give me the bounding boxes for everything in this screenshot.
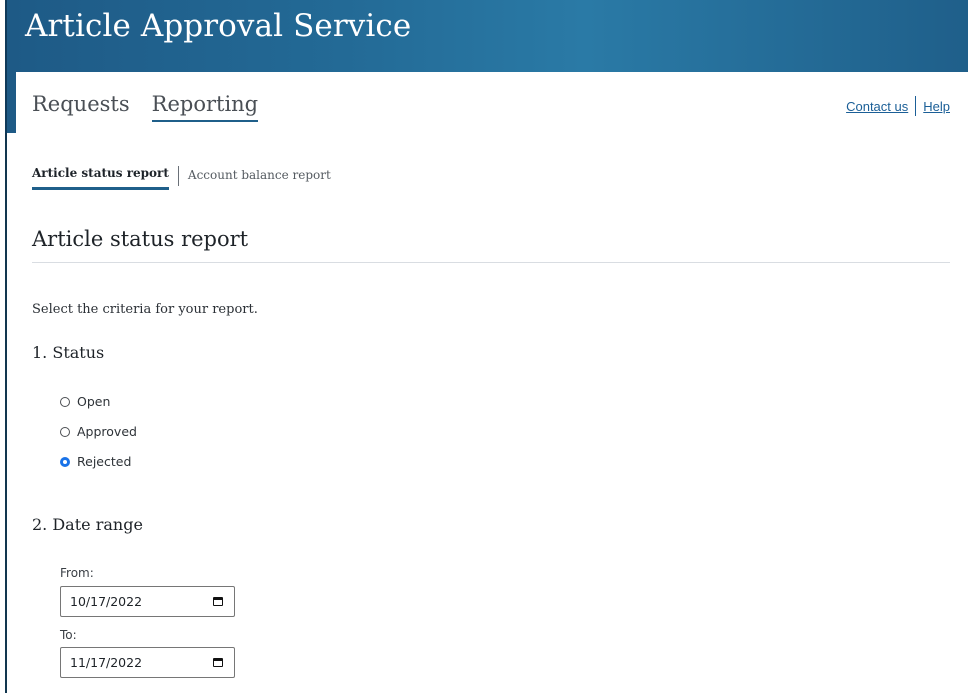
status-option-open[interactable]: Open <box>60 394 110 409</box>
radio-label-approved: Approved <box>77 424 137 439</box>
tab-reporting[interactable]: Reporting <box>151 92 259 122</box>
radio-rejected[interactable] <box>60 456 70 467</box>
main-tabs: Requests Reporting <box>32 92 259 122</box>
help-link[interactable]: Help <box>923 99 950 114</box>
app-title: Article Approval Service <box>25 8 412 44</box>
calendar-icon[interactable] <box>213 658 223 667</box>
radio-label-open: Open <box>77 394 111 409</box>
tab-article-status-report[interactable]: Article status report <box>32 166 169 190</box>
status-heading: 1. Status <box>32 343 105 362</box>
left-border <box>5 133 7 693</box>
from-date-input[interactable]: 10/17/2022 <box>60 586 235 617</box>
calendar-icon[interactable] <box>213 597 223 606</box>
radio-approved[interactable] <box>60 426 70 437</box>
to-date-value: 11/17/2022 <box>70 655 143 670</box>
top-links: Contact us Help <box>846 96 950 116</box>
status-option-rejected[interactable]: Rejected <box>60 454 131 469</box>
to-date-input[interactable]: 11/17/2022 <box>60 647 235 678</box>
tab-account-balance-report[interactable]: Account balance report <box>188 168 331 189</box>
date-range-heading: 2. Date range <box>32 515 143 534</box>
page-title: Article status report <box>32 227 249 251</box>
link-divider <box>915 96 917 116</box>
radio-label-rejected: Rejected <box>77 454 132 469</box>
tab-divider <box>177 166 179 186</box>
radio-open[interactable] <box>60 396 70 407</box>
status-option-approved[interactable]: Approved <box>60 424 137 439</box>
report-tabs: Article status report Account balance re… <box>32 166 331 190</box>
to-label: To: <box>60 628 77 642</box>
title-divider <box>32 262 950 263</box>
from-date-value: 10/17/2022 <box>70 594 143 609</box>
contact-us-link[interactable]: Contact us <box>846 99 908 114</box>
from-label: From: <box>60 566 94 580</box>
tab-requests[interactable]: Requests <box>32 92 130 122</box>
intro-text: Select the criteria for your report. <box>32 302 258 317</box>
